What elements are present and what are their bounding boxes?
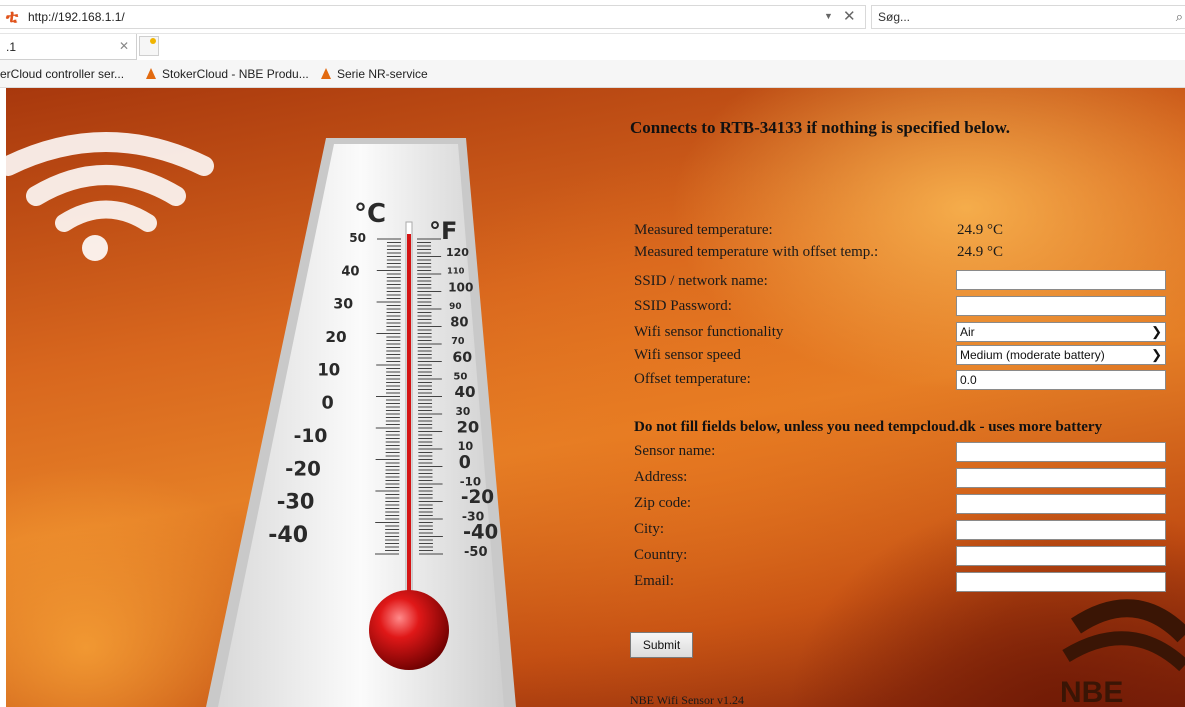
fahrenheit-tick-label: 0 [459, 453, 471, 473]
measured-temperature-label: Measured temperature: [634, 222, 773, 238]
offset-temperature-input[interactable]: 0.0 [956, 370, 1166, 390]
sensor-speed-selected: Medium (moderate battery) [960, 348, 1105, 362]
celsius-tick-label: 0 [322, 394, 334, 414]
favorite-label: erCloud controller ser... [0, 67, 125, 81]
flame-icon [146, 68, 156, 79]
ssid-label: SSID / network name: [634, 273, 768, 289]
favorite-label: Serie NR-service [337, 67, 428, 81]
sensor-speed-label: Wifi sensor speed [634, 347, 741, 363]
celsius-tick-label: 40 [341, 264, 359, 279]
celsius-tick-label: -30 [277, 490, 315, 514]
celsius-tick-label: 10 [317, 360, 340, 379]
stop-load-icon[interactable]: ✕ [843, 7, 856, 25]
fahrenheit-tick-label: -40 [463, 520, 498, 543]
celsius-tick-label: -20 [285, 457, 321, 480]
celsius-tick-label: -40 [268, 523, 308, 548]
fahrenheit-tick-label: -20 [461, 487, 494, 508]
ssid-password-label: SSID Password: [634, 298, 732, 314]
sensor-speed-select[interactable]: Medium (moderate battery) ❯ [956, 345, 1166, 365]
tab-active[interactable]: .1 ✕ [0, 34, 137, 60]
sensor-name-label: Sensor name: [634, 443, 716, 459]
favorite-item[interactable]: StokerCloud - NBE Produ... [146, 67, 309, 81]
measured-offset-temperature-value: 24.9 °C [957, 244, 1004, 260]
mercury-column [407, 234, 411, 599]
zip-code-input[interactable] [956, 494, 1166, 514]
thermometer-bulb [369, 590, 449, 670]
measured-temperature-value: 24.9 °C [957, 222, 1004, 238]
measured-offset-temperature-label: Measured temperature with offset temp.: [634, 244, 879, 260]
fahrenheit-tick-label: 120 [446, 246, 469, 259]
fahrenheit-tick-label: 50 [453, 372, 467, 383]
ssid-input[interactable] [956, 270, 1166, 290]
fahrenheit-tick-label: 60 [452, 350, 472, 366]
chevron-down-icon: ❯ [1151, 324, 1162, 339]
fahrenheit-tick-label: 80 [450, 316, 468, 331]
search-icon[interactable]: ⌕ [1176, 9, 1183, 25]
fahrenheit-tick-label: 10 [458, 440, 474, 453]
new-tab-icon[interactable] [139, 36, 159, 56]
fahrenheit-unit: °F [429, 217, 457, 245]
nbe-logo: NBE [1060, 599, 1185, 707]
celsius-unit: °C [354, 199, 386, 229]
favorite-item[interactable]: Serie NR-service [321, 67, 428, 81]
fahrenheit-tick-label: 20 [457, 417, 480, 436]
address-bar[interactable]: ቲ http://192.168.1.1/ ▼ ✕ [0, 5, 866, 29]
fahrenheit-tick-label: 90 [449, 302, 461, 312]
celsius-tick-label: 50 [349, 231, 366, 245]
flame-icon [321, 68, 331, 79]
tab-close-icon[interactable]: ✕ [119, 39, 129, 53]
celsius-tick-label: 30 [333, 297, 353, 313]
ssid-password-input[interactable] [956, 296, 1166, 316]
address-label: Address: [634, 469, 688, 485]
fahrenheit-tick-label: 100 [448, 280, 473, 294]
sensor-functionality-label: Wifi sensor functionality [634, 324, 784, 340]
address-bar-row: ቲ http://192.168.1.1/ ▼ ✕ Søg... ⌕ [0, 0, 1185, 34]
tab-title: .1 [6, 40, 17, 54]
email-input[interactable] [956, 572, 1166, 592]
search-input[interactable]: Søg... [878, 10, 910, 24]
tab-bar: .1 ✕ [0, 34, 1185, 60]
favorite-item[interactable]: erCloud controller ser... [0, 67, 124, 81]
address-bar-url[interactable]: http://192.168.1.1/ [28, 10, 125, 24]
sensor-functionality-selected: Air [960, 325, 975, 339]
email-label: Email: [634, 573, 674, 589]
country-label: Country: [634, 547, 688, 563]
favorites-bar: erCloud controller ser... StokerCloud - … [0, 60, 1185, 88]
address-input[interactable] [956, 468, 1166, 488]
nbe-logo-text: NBE [1060, 676, 1123, 707]
fahrenheit-tick-label: 30 [456, 406, 471, 418]
sensor-functionality-select[interactable]: Air ❯ [956, 322, 1166, 342]
sensor-name-input[interactable] [956, 442, 1166, 462]
site-favicon-icon: ቲ [6, 6, 19, 27]
fahrenheit-tick-label: 40 [454, 383, 475, 401]
version-text: NBE Wifi Sensor v1.24 [630, 693, 744, 707]
country-input[interactable] [956, 546, 1166, 566]
fahrenheit-tick-label: -50 [464, 545, 488, 560]
zip-code-label: Zip code: [634, 495, 692, 511]
search-bar[interactable]: Søg... ⌕ [871, 5, 1185, 29]
thermometer-illustration: 50403020100-10-20-30-40 1201101009080706… [206, 138, 516, 707]
celsius-tick-label: -10 [294, 426, 328, 447]
page-content: 50 40 30 20 10 0 -10 -20 -30 -40 120 110 100 90 80 70 6… [6, 88, 1185, 707]
fahrenheit-tick-label: 70 [451, 336, 465, 347]
offset-temperature-label: Offset temperature: [634, 371, 751, 387]
chevron-down-icon: ❯ [1151, 347, 1162, 362]
submit-button[interactable]: Submit [630, 632, 693, 658]
celsius-tick-label: 20 [325, 328, 346, 346]
address-dropdown-icon[interactable]: ▼ [824, 11, 833, 21]
city-label: City: [634, 521, 665, 537]
city-input[interactable] [956, 520, 1166, 540]
tempcloud-section-heading: Do not fill fields below, unless you nee… [634, 419, 1103, 435]
fahrenheit-tick-label: 110 [447, 266, 465, 276]
favorite-label: StokerCloud - NBE Produ... [162, 67, 309, 81]
page-heading: Connects to RTB-34133 if nothing is spec… [630, 118, 1011, 137]
